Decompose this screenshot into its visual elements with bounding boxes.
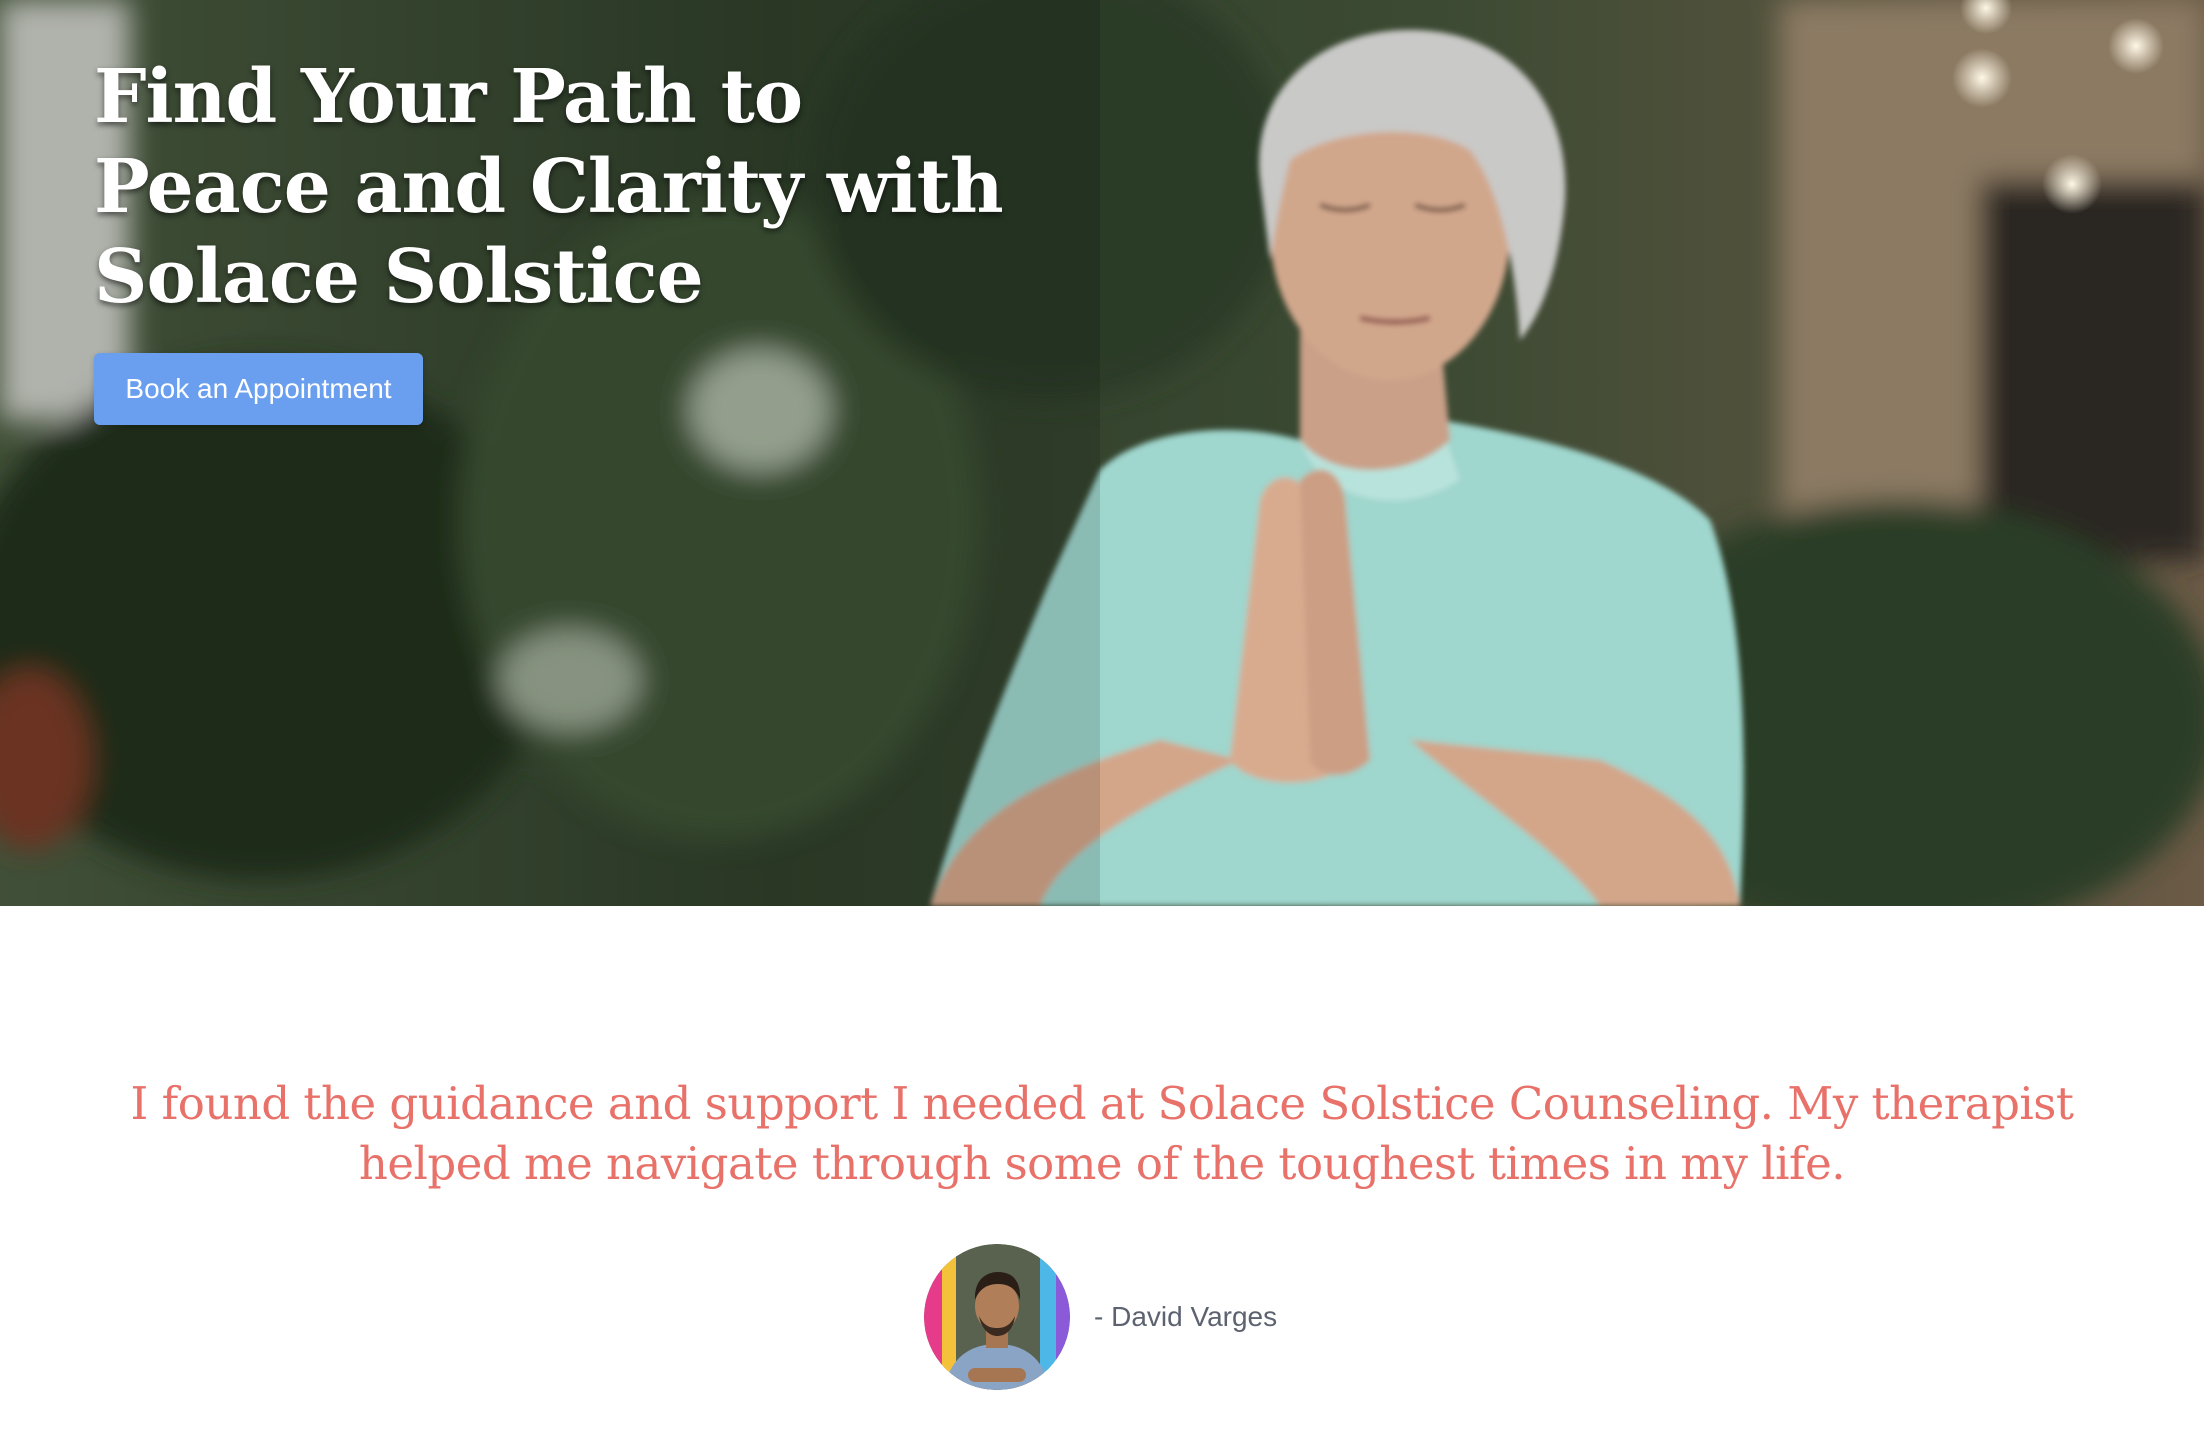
hero-title: Find Your Path to Peace and Clarity with…	[94, 54, 1004, 320]
book-appointment-button[interactable]: Book an Appointment	[94, 353, 423, 425]
avatar	[924, 1244, 1070, 1390]
hero-section: Find Your Path to Peace and Clarity with…	[0, 0, 2204, 906]
testimonial-author: - David Varges	[924, 1244, 1277, 1390]
author-name: - David Varges	[1094, 1301, 1278, 1332]
testimonial-quote: I found the guidance and support I neede…	[130, 1077, 2074, 1190]
testimonial-section: I found the guidance and support I neede…	[0, 906, 2204, 1440]
